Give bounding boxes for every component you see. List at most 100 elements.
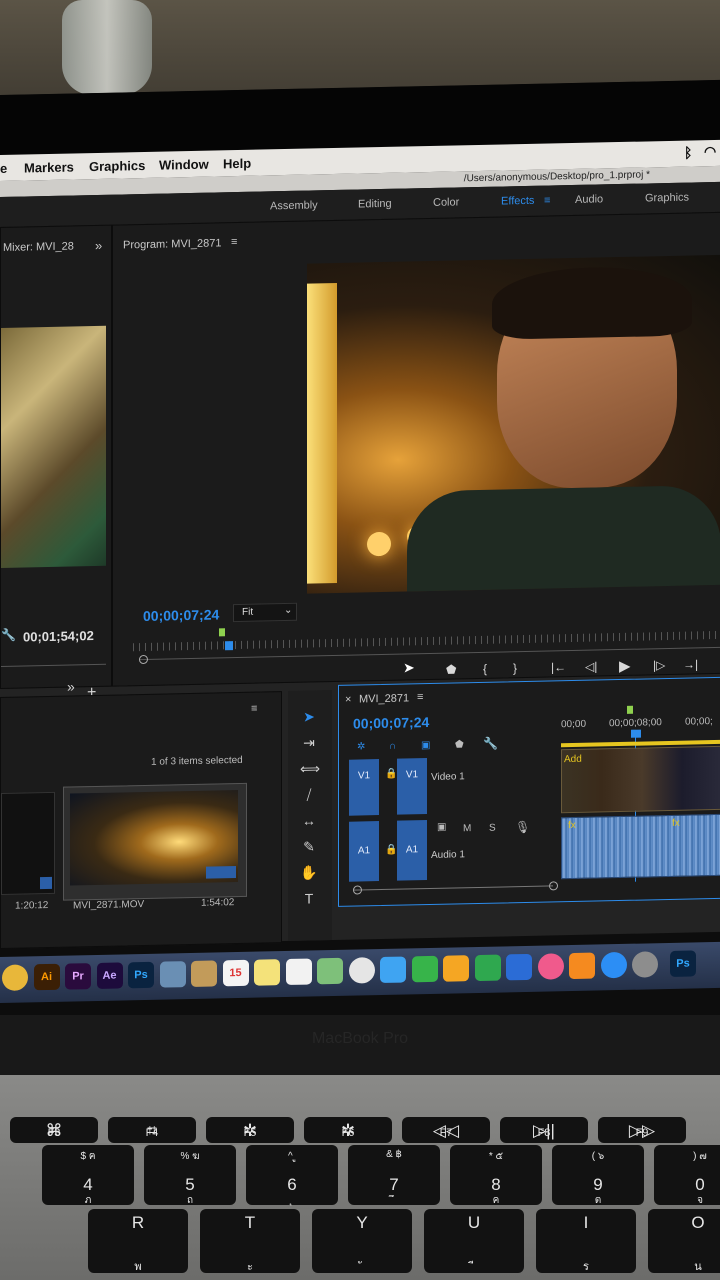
number-key[interactable]: ^ ู 6ุ (246, 1145, 338, 1205)
video-clip[interactable]: Add (561, 745, 720, 814)
track-select-tool-icon[interactable]: ⇥ (300, 734, 318, 751)
a1-target-track[interactable]: A1 (397, 820, 427, 881)
dock-app-store-icon[interactable] (600, 951, 627, 979)
marker-icon[interactable]: ⬟ (455, 739, 464, 750)
fn-key[interactable]: ▷▷ F9 (598, 1117, 686, 1143)
timeline-in-marker[interactable] (627, 705, 633, 714)
number-key[interactable]: ) ๗ 0จ (654, 1145, 720, 1206)
fn-key[interactable]: ✲ F5 (206, 1117, 294, 1143)
hand-tool-icon[interactable]: ✋ (300, 864, 318, 881)
panel-overflow-icon[interactable]: » (95, 238, 102, 253)
dock-premiere-icon[interactable]: Pr (65, 963, 91, 990)
play-button-icon[interactable]: ▶ (619, 657, 631, 675)
dock-illustrator-icon[interactable]: Ai (33, 963, 60, 991)
menu-item-help[interactable]: Help (223, 156, 251, 172)
dock-photos-icon[interactable] (348, 957, 375, 984)
voiceover-mic-icon[interactable]: 🎙 (515, 820, 530, 834)
dock-reminders-icon[interactable] (285, 958, 312, 986)
dock-calendar-icon[interactable]: 15 (222, 959, 249, 987)
a1-source-patch[interactable]: A1 (349, 821, 379, 882)
menu-item-edit[interactable]: e (0, 161, 7, 176)
dock-photoshop-icon[interactable]: Ps (128, 961, 154, 989)
letter-key[interactable]: Tะ (200, 1209, 300, 1273)
dock-pages-icon[interactable] (443, 955, 469, 982)
number-key[interactable]: $ ฅ 4ภ (42, 1145, 134, 1206)
fn-key[interactable]: ✲ F6 (304, 1117, 392, 1143)
timeline-timecode[interactable]: 00;00;07;24 (353, 714, 429, 732)
workspace-editing[interactable]: Editing (358, 198, 392, 211)
number-key[interactable]: % ฆ 5ถ (144, 1145, 236, 1206)
slip-tool-icon[interactable]: ↔ (300, 812, 318, 828)
project-menu-icon[interactable]: ≡ (251, 703, 257, 715)
timeline-zoom-handle-right[interactable] (549, 881, 558, 891)
timeline-zoom-handle-left[interactable] (353, 885, 362, 895)
dock-after-effects-icon[interactable]: Ae (96, 962, 123, 989)
source-panel-title[interactable]: Mixer: MVI_28 (3, 240, 74, 253)
zoom-handle[interactable] (139, 654, 148, 665)
workspace-effects[interactable]: Effects (501, 195, 534, 208)
workspace-menu-icon[interactable]: ≡ (544, 194, 550, 206)
number-key[interactable]: * ๕ 8ค (450, 1145, 542, 1206)
ripple-edit-tool-icon[interactable]: ⟺ (300, 760, 320, 777)
lock-icon[interactable]: 🔒 (385, 769, 397, 780)
dock-messages-icon[interactable] (380, 956, 406, 984)
audio-lock-icon[interactable]: 🔒 (385, 845, 397, 856)
timeline-zoom-bar[interactable] (353, 885, 553, 891)
program-timecode[interactable]: 00;00;07;24 (143, 606, 219, 624)
letter-key[interactable]: Rพ (88, 1209, 188, 1273)
add-marker-icon[interactable]: ⬟ (446, 662, 456, 676)
linked-selection-icon[interactable]: ∩ (389, 741, 396, 752)
dock-chrome-icon[interactable] (2, 964, 28, 991)
dock-keynote-icon[interactable] (506, 953, 532, 981)
audio-sync-icon[interactable]: ▣ (437, 822, 446, 833)
step-forward-icon[interactable]: |▷ (653, 658, 665, 672)
button-overflow-icon[interactable]: » (67, 678, 75, 694)
program-playhead[interactable] (225, 641, 233, 651)
solo-button[interactable]: S (489, 823, 496, 834)
letter-key[interactable]: Oน (648, 1209, 720, 1273)
mark-out-icon[interactable]: } (513, 661, 517, 675)
fn-key[interactable]: ⌘ F3 (10, 1117, 98, 1143)
workspace-graphics[interactable]: Graphics (645, 192, 689, 205)
workspace-assembly[interactable]: Assembly (270, 199, 318, 212)
settings-wrench-icon[interactable]: 🔧 (483, 737, 498, 751)
in-point-marker[interactable] (219, 628, 225, 637)
wrench-icon[interactable]: 🔧 (1, 628, 16, 642)
selection-tool-icon[interactable]: ➤ (300, 708, 318, 725)
timeline-playhead[interactable] (631, 729, 641, 738)
v1-target-track[interactable]: V1 (397, 758, 427, 815)
dock-facetime-icon[interactable] (411, 955, 438, 983)
fn-key[interactable]: ◁◁ F7 (402, 1117, 490, 1143)
dock-itunes-icon[interactable] (537, 953, 564, 980)
workspace-color[interactable]: Color (433, 196, 459, 209)
letter-key[interactable]: Iร (536, 1209, 636, 1273)
dock-preview-icon[interactable] (159, 961, 186, 988)
dock-books-icon[interactable] (569, 952, 595, 980)
bluetooth-icon[interactable]: ᛒ (684, 144, 692, 160)
fn-key[interactable]: ⌗ F4 (108, 1117, 196, 1143)
menu-item-markers[interactable]: Markers (24, 159, 74, 175)
type-tool-icon[interactable]: T (300, 890, 318, 906)
number-key[interactable]: & ฿ 7ึ (348, 1145, 440, 1205)
number-key[interactable]: ( ๖ 9ต (552, 1145, 644, 1206)
clip-thumbnail-left[interactable] (1, 791, 55, 895)
wifi-icon[interactable]: ◠ (704, 143, 716, 160)
letter-key[interactable]: Yั (312, 1209, 412, 1273)
letter-key[interactable]: Uี (424, 1209, 524, 1273)
mute-button[interactable]: M (463, 823, 471, 834)
dock-photoshop-right-icon[interactable]: Ps (670, 950, 696, 977)
menu-item-graphics[interactable]: Graphics (89, 158, 145, 174)
source-timecode[interactable]: 00;01;54;02 (23, 628, 94, 644)
sequence-tab[interactable]: MVI_2871 (359, 692, 409, 705)
v1-source-patch[interactable]: V1 (349, 759, 379, 816)
source-scrub-bar[interactable] (1, 663, 106, 667)
go-to-in-icon[interactable]: |← (551, 660, 566, 674)
fn-key[interactable]: ▷|| F8 (500, 1117, 588, 1143)
audio-clip[interactable]: fx fx (561, 813, 720, 880)
dock-system-preferences-icon[interactable] (632, 951, 658, 978)
dock-notes-brown-icon[interactable] (191, 960, 217, 987)
close-icon[interactable]: × (345, 694, 351, 706)
mark-in-icon[interactable]: { (483, 662, 487, 676)
timeline-menu-icon[interactable]: ≡ (417, 691, 423, 703)
add-marker-timeline-icon[interactable]: ▣ (421, 740, 430, 751)
